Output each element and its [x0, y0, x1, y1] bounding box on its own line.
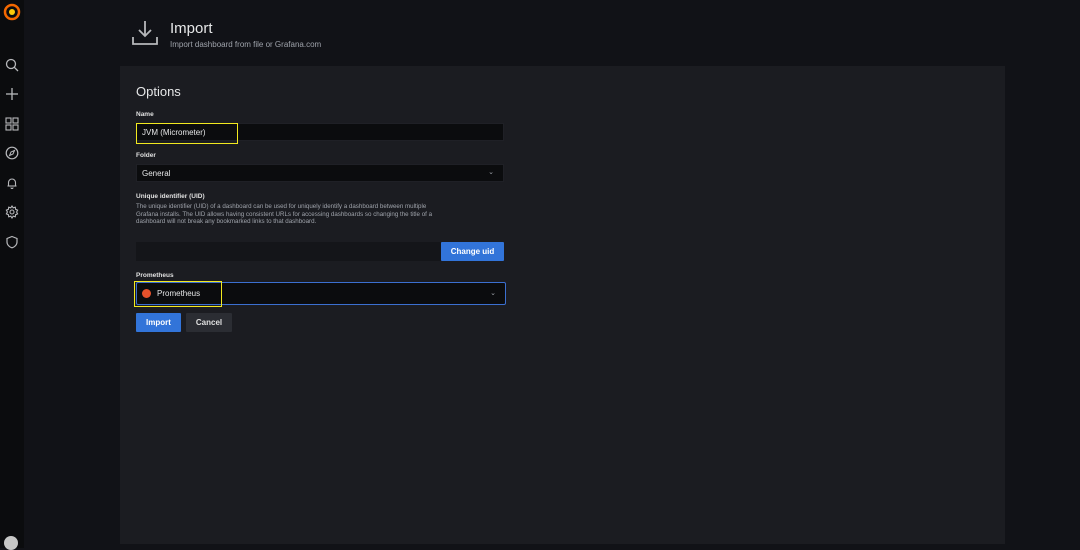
page-subtitle: Import dashboard from file or Grafana.co…: [170, 40, 322, 49]
import-download-icon: [132, 21, 158, 45]
name-input[interactable]: JVM (Micrometer): [136, 123, 504, 141]
page-title: Import: [170, 20, 213, 37]
gear-icon[interactable]: [3, 203, 21, 221]
shield-icon[interactable]: [3, 233, 21, 251]
folder-select[interactable]: General ⌄: [136, 164, 504, 182]
cancel-button[interactable]: Cancel: [186, 313, 232, 332]
chevron-down-icon: ⌄: [488, 169, 494, 176]
search-icon[interactable]: [3, 56, 21, 74]
name-label: Name: [136, 111, 154, 118]
uid-label: Unique identifier (UID): [136, 193, 205, 200]
uid-description: The unique identifier (UID) of a dashboa…: [136, 203, 433, 225]
sidebar: [0, 0, 24, 550]
folder-label: Folder: [136, 152, 156, 159]
plus-icon[interactable]: [3, 85, 21, 103]
grafana-logo-icon[interactable]: [3, 3, 21, 21]
chevron-down-icon: ⌄: [490, 290, 496, 297]
prometheus-icon: [142, 289, 151, 298]
import-button[interactable]: Import: [136, 313, 181, 332]
uid-input: [136, 242, 441, 261]
name-input-value: JVM (Micrometer): [142, 128, 206, 137]
prometheus-select-value: Prometheus: [157, 289, 201, 298]
options-heading: Options: [136, 84, 181, 99]
prometheus-label: Prometheus: [136, 272, 174, 279]
bell-icon[interactable]: [3, 174, 21, 192]
dashboards-grid-icon[interactable]: [3, 115, 21, 133]
compass-icon[interactable]: [3, 144, 21, 162]
change-uid-button[interactable]: Change uid: [441, 242, 504, 261]
folder-select-value: General: [142, 169, 171, 178]
prometheus-datasource-select[interactable]: Prometheus ⌄: [136, 282, 506, 305]
